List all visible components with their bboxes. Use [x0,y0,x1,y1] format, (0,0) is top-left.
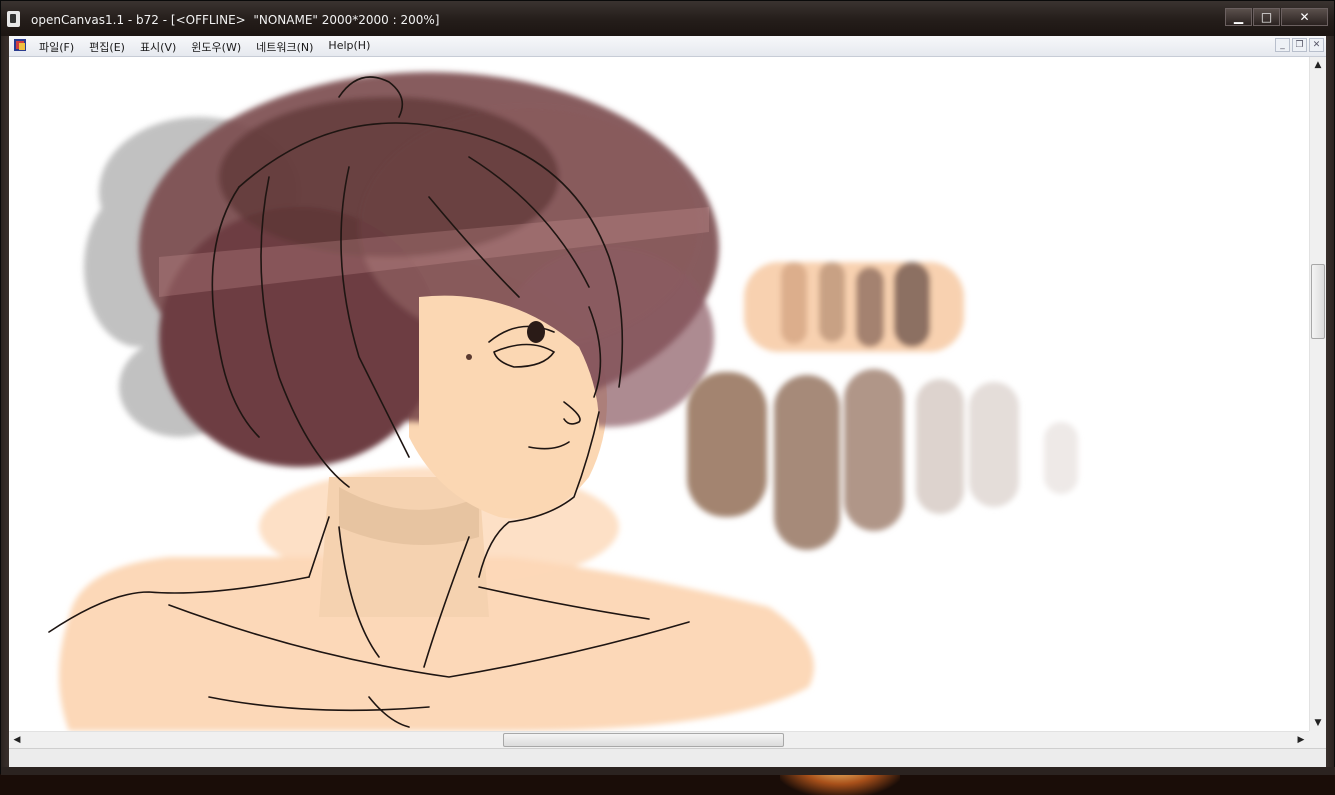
scroll-down-icon[interactable]: ▼ [1310,715,1326,731]
app-icon[interactable] [7,11,20,27]
window-frame-left [1,36,9,775]
menu-window[interactable]: 윈도우(W) [191,39,241,55]
color-swatches-bottom [687,369,1078,550]
close-button[interactable]: ✕ [1281,8,1328,26]
menu-network[interactable]: 네트워크(N) [256,39,313,55]
vertical-scrollbar[interactable]: ▲ ▼ [1309,57,1326,731]
painting [48,72,1078,731]
minimize-button[interactable]: ▁ [1225,8,1252,26]
horizontal-scrollbar[interactable]: ◀ ▶ [9,731,1309,748]
window-frame-right [1325,36,1334,775]
scroll-right-icon[interactable]: ▶ [1293,732,1309,748]
eye [527,321,545,343]
document-controls: _ ❐ ✕ [1273,38,1324,52]
menu-edit[interactable]: 편집(E) [89,39,125,55]
scroll-corner [1309,731,1326,748]
doc-minimize-button[interactable]: _ [1275,38,1290,52]
doc-close-button[interactable]: ✕ [1309,38,1324,52]
menu-bar: 파일(F) 편집(E) 표시(V) 윈도우(W) 네트워크(N) Help(H)… [9,36,1326,57]
drawing-canvas[interactable] [9,57,1309,731]
menu-view[interactable]: 표시(V) [140,39,176,55]
document-icon[interactable] [13,38,29,52]
vertical-scroll-thumb[interactable] [1311,264,1325,339]
scroll-left-icon[interactable]: ◀ [9,732,25,748]
scroll-up-icon[interactable]: ▲ [1310,57,1326,73]
app-window: openCanvas1.1 - b72 - [<OFFLINE> "NONAME… [0,0,1335,775]
doc-restore-button[interactable]: ❐ [1292,38,1307,52]
title-bar[interactable]: openCanvas1.1 - b72 - [<OFFLINE> "NONAME… [1,1,1334,36]
window-controls: ▁ □ ✕ [1224,8,1328,26]
menu-help[interactable]: Help(H) [328,39,370,55]
status-bar [9,748,1326,767]
menu-file[interactable]: 파일(F) [39,39,74,55]
color-swatches-top [744,262,964,352]
horizontal-scroll-thumb[interactable] [503,733,784,747]
maximize-button[interactable]: □ [1253,8,1280,26]
window-title: openCanvas1.1 - b72 - [<OFFLINE> "NONAME… [31,13,440,27]
